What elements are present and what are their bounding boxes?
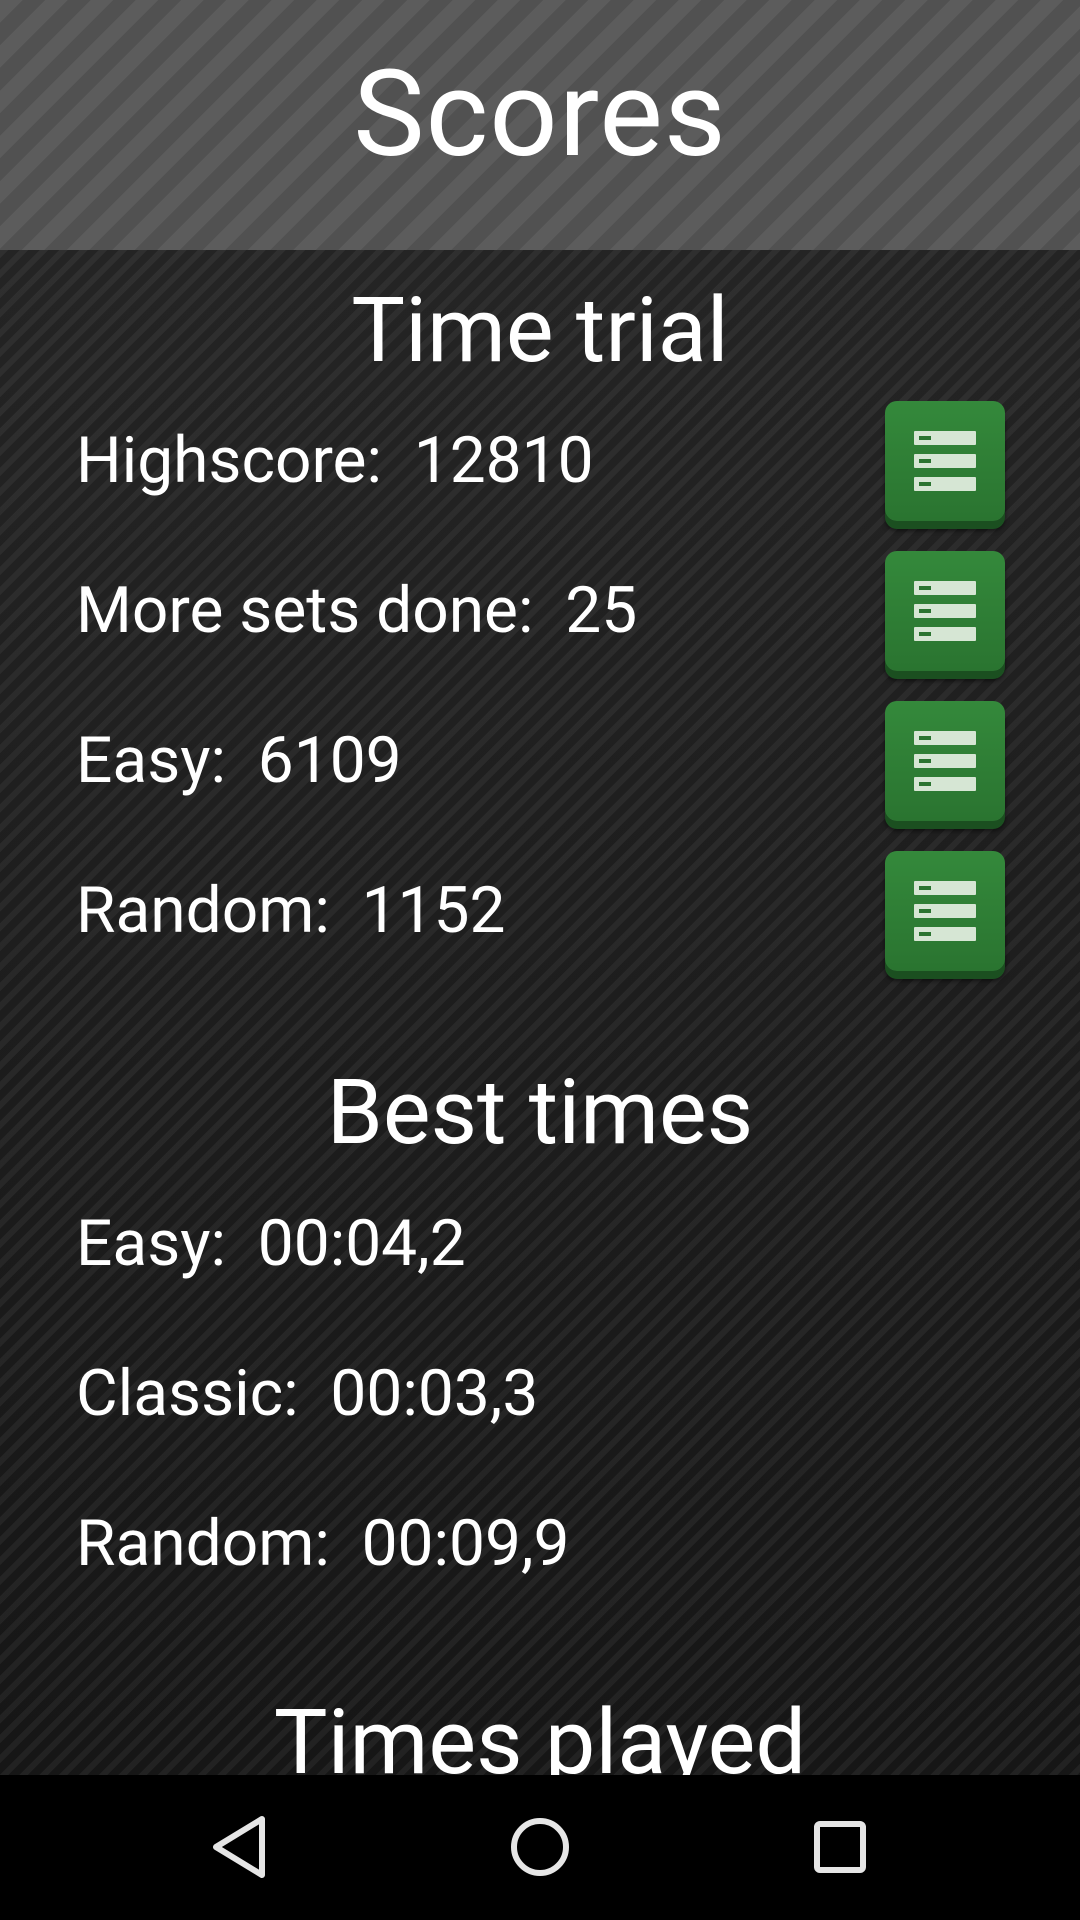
random-time-text: Random: 00:09,9	[76, 1506, 570, 1581]
back-icon[interactable]	[190, 1797, 290, 1897]
leaderboard-icon	[914, 881, 976, 941]
times-played-heading: Times played	[273, 1690, 807, 1776]
leaderboard-icon	[914, 431, 976, 491]
more-sets-text: More sets done: 25	[76, 573, 638, 648]
leaderboard-icon	[914, 731, 976, 791]
time-trial-row-more-sets: More sets done: 25	[0, 551, 1080, 671]
scores-scroll-view[interactable]: Time trial Highscore: 12810 More sets do…	[0, 250, 1080, 1775]
recents-icon[interactable]	[790, 1797, 890, 1897]
best-times-row-easy: Easy: 00:04,2	[0, 1184, 1080, 1304]
app-header: Scores	[0, 0, 1080, 250]
time-trial-heading: Time trial	[351, 278, 729, 383]
leaderboard-icon	[914, 581, 976, 641]
time-trial-row-highscore: Highscore: 12810	[0, 401, 1080, 521]
easy-score-text: Easy: 6109	[76, 723, 402, 798]
easy-leaderboard-button[interactable]	[885, 701, 1005, 821]
highscore-leaderboard-button[interactable]	[885, 401, 1005, 521]
easy-time-text: Easy: 00:04,2	[76, 1206, 466, 1281]
best-times-heading: Best times	[326, 1060, 754, 1165]
time-trial-row-random: Random: 1152	[0, 851, 1080, 971]
random-leaderboard-button[interactable]	[885, 851, 1005, 971]
page-title: Scores	[353, 45, 727, 185]
best-times-row-random: Random: 00:09,9	[0, 1484, 1080, 1604]
home-icon[interactable]	[490, 1797, 590, 1897]
best-times-row-classic: Classic: 00:03,3	[0, 1334, 1080, 1454]
highscore-text: Highscore: 12810	[76, 423, 594, 498]
more-sets-leaderboard-button[interactable]	[885, 551, 1005, 671]
system-navigation-bar	[0, 1775, 1080, 1920]
time-trial-row-easy: Easy: 6109	[0, 701, 1080, 821]
classic-time-text: Classic: 00:03,3	[76, 1356, 539, 1431]
random-score-text: Random: 1152	[76, 873, 506, 948]
